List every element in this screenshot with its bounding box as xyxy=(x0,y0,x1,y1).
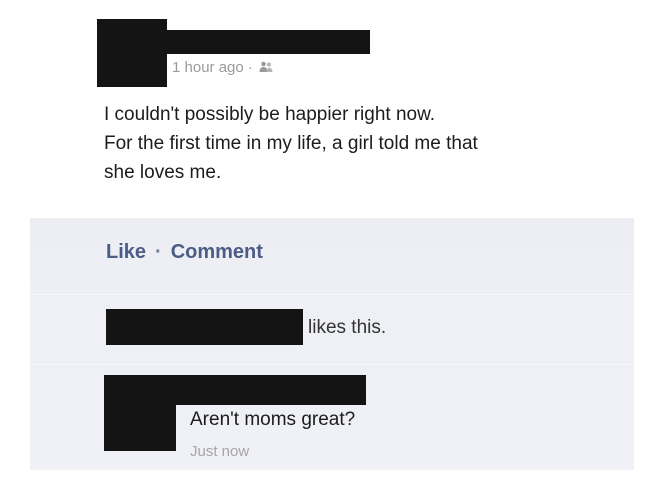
comment-text: Aren't moms great? xyxy=(190,409,356,430)
post-message-line: For the first time in my life, a girl to… xyxy=(104,133,478,154)
feedback-panel: Like · Comment likes this. Aren't moms gre… xyxy=(30,218,634,470)
redacted-author-name xyxy=(97,30,370,54)
friends-icon[interactable] xyxy=(259,60,273,77)
comment-timestamp[interactable]: Just now xyxy=(190,443,249,460)
like-link[interactable]: Like xyxy=(106,241,146,263)
comment-item: Aren't moms great? Just now xyxy=(30,364,634,471)
post-meta: 1 hour ago · xyxy=(172,59,273,77)
likes-text: likes this. xyxy=(308,317,387,338)
redacted-liker-name xyxy=(106,309,303,345)
likes-summary: likes this. xyxy=(30,294,634,355)
post-header: 1 hour ago · I couldn't possibly be happi… xyxy=(0,0,660,218)
post-message: I couldn't possibly be happier right now… xyxy=(104,100,604,187)
redacted-commenter-name xyxy=(104,375,366,405)
post-timestamp[interactable]: 1 hour ago xyxy=(172,59,244,76)
post-message-line: I couldn't possibly be happier right now… xyxy=(104,104,436,125)
post-message-line: she loves me. xyxy=(104,162,222,183)
post-actions: Like · Comment xyxy=(106,241,263,264)
comment-link[interactable]: Comment xyxy=(171,241,263,263)
meta-separator: · xyxy=(247,59,253,76)
action-separator: · xyxy=(155,241,162,263)
